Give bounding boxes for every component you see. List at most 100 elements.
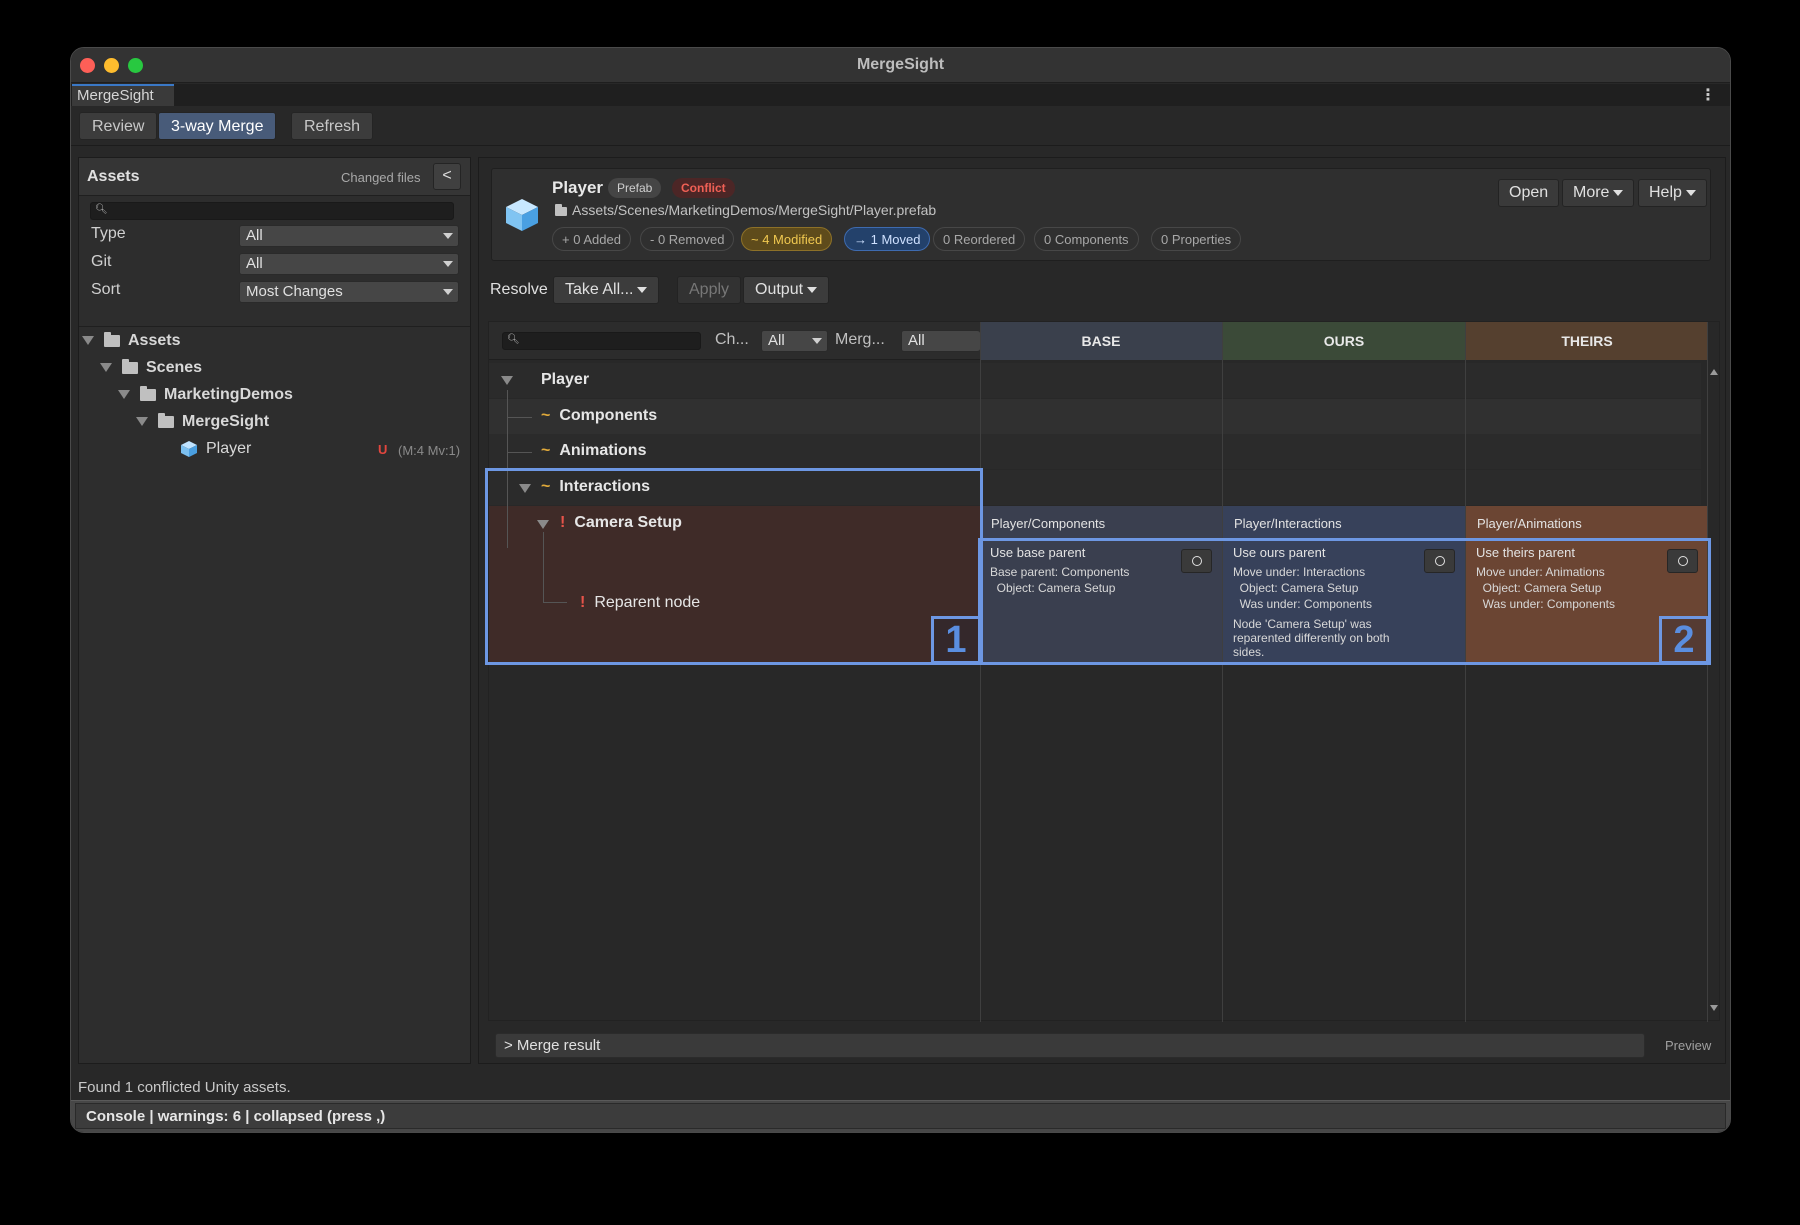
- output-label: Output: [755, 281, 804, 298]
- folder-icon: [104, 331, 120, 347]
- sort-filter-label: Sort: [91, 281, 121, 298]
- open-button[interactable]: Open: [1498, 179, 1560, 207]
- chevron-down-icon: [443, 233, 453, 239]
- folder-icon: [122, 358, 138, 374]
- expand-arrow-icon[interactable]: [118, 390, 130, 400]
- take-all-button[interactable]: Take All...: [553, 276, 660, 304]
- more-button[interactable]: More: [1562, 179, 1635, 207]
- stat-removed: - 0 Removed: [640, 227, 735, 251]
- search-icon: 🔍︎: [95, 204, 108, 215]
- scroll-down-icon[interactable]: [1710, 1005, 1718, 1011]
- column-divider: [1465, 322, 1466, 1022]
- title-bar: MergeSight: [71, 48, 1730, 83]
- table-row[interactable]: [489, 434, 1701, 469]
- prefab-tag: Prefab: [608, 178, 662, 198]
- stat-moved: → 1 Moved: [844, 227, 931, 251]
- merge-filter-dropdown[interactable]: All: [901, 330, 980, 352]
- scroll-up-icon[interactable]: [1710, 369, 1718, 375]
- expand-arrow-icon[interactable]: [82, 336, 94, 346]
- three-way-merge-mode-button[interactable]: 3-way Merge: [158, 112, 277, 140]
- chevron-down-icon: [812, 338, 822, 344]
- change-count-meta: (M:4 Mv:1): [398, 443, 461, 458]
- changed-files-label: Changed files: [341, 170, 421, 185]
- stat-added: + 0 Added: [552, 227, 631, 251]
- search-icon: 🔍︎: [507, 334, 520, 345]
- chevron-down-icon: [807, 286, 818, 293]
- tree-guide-line: [507, 417, 532, 418]
- assets-panel: Assets Changed files < 🔍︎ Type All Git A…: [78, 157, 471, 1064]
- row-components: ~ Components: [541, 407, 657, 425]
- chevron-down-icon: [443, 261, 453, 267]
- help-button-label: Help: [1649, 184, 1682, 201]
- tab-mergesight[interactable]: MergeSight: [72, 84, 174, 106]
- tab-strip: MergeSight ⋮: [71, 84, 1730, 106]
- base-path-text: Player/Components: [991, 516, 1106, 531]
- folder-icon: [158, 412, 174, 428]
- chevron-down-icon: [443, 289, 453, 295]
- folder-icon: [140, 385, 156, 401]
- theirs-path-text: Player/Animations: [1477, 516, 1582, 531]
- window-title: MergeSight: [856, 56, 945, 73]
- git-filter-dropdown[interactable]: All: [239, 253, 459, 275]
- collapse-panel-button[interactable]: <: [433, 163, 461, 190]
- stat-properties: 0 Properties: [1151, 227, 1242, 251]
- tree-item-scenes[interactable]: Scenes: [100, 358, 202, 381]
- tree-item-label: Player: [206, 440, 252, 458]
- merge-filter-label: Merg...: [835, 331, 885, 348]
- type-filter-value: All: [246, 227, 263, 244]
- theirs-column-header: THEIRS: [1466, 322, 1708, 360]
- preview-label: Preview: [1665, 1038, 1712, 1053]
- chevron-down-icon: [637, 286, 648, 293]
- change-filter-label: Ch...: [715, 331, 749, 348]
- sort-filter-value: Most Changes: [246, 283, 343, 300]
- sort-filter-dropdown[interactable]: Most Changes: [239, 281, 459, 303]
- tree-item-assets[interactable]: Assets: [82, 331, 181, 354]
- expand-arrow-icon[interactable]: [100, 363, 112, 373]
- grid-filter-bar: 🔍︎ Ch... All Merg... All: [489, 322, 980, 360]
- row-animations: ~ Animations: [541, 442, 646, 460]
- asset-path: Assets/Scenes/MarketingDemos/MergeSight/…: [572, 202, 937, 218]
- apply-button[interactable]: Apply: [677, 276, 742, 304]
- column-divider: [1222, 322, 1223, 1022]
- console-toggle[interactable]: Console | warnings: 6 | collapsed (press…: [75, 1103, 1726, 1129]
- ours-path-text: Player/Interactions: [1234, 516, 1342, 531]
- table-row[interactable]: [489, 399, 1701, 434]
- status-text: Found 1 conflicted Unity assets.: [78, 1079, 291, 1096]
- kebab-menu-icon[interactable]: ⋮: [1700, 85, 1716, 105]
- change-filter-dropdown[interactable]: All: [761, 330, 828, 352]
- row-animations-label: Animations: [559, 442, 647, 459]
- help-button[interactable]: Help: [1638, 179, 1707, 207]
- change-filter-value: All: [768, 332, 785, 349]
- tree-item-marketingdemos[interactable]: MarketingDemos: [118, 385, 293, 408]
- grid-search-input[interactable]: 🔍︎: [502, 332, 701, 350]
- refresh-button[interactable]: Refresh: [291, 112, 374, 140]
- column-divider: [1707, 322, 1708, 1022]
- cube-icon: [181, 441, 197, 457]
- ours-column-header: OURS: [1223, 322, 1465, 360]
- table-row[interactable]: [489, 363, 1701, 398]
- review-mode-button[interactable]: Review: [79, 112, 158, 140]
- callout-number-1: 1: [931, 616, 981, 664]
- asset-header: Player Prefab Conflict Assets/Scenes/Mar…: [491, 168, 1711, 261]
- expand-arrow-icon[interactable]: [136, 417, 148, 427]
- merge-grid: 🔍︎ Ch... All Merg... All BASE OURS THEIR…: [485, 321, 1720, 1022]
- type-filter-dropdown[interactable]: All: [239, 225, 459, 247]
- callout-box-1: [485, 468, 983, 665]
- assets-panel-title: Assets: [87, 168, 140, 185]
- untracked-badge: U: [378, 442, 388, 457]
- assets-panel-header: Assets Changed files <: [79, 158, 470, 196]
- tree-item-mergesight[interactable]: MergeSight: [136, 412, 269, 435]
- tree-item-label: Assets: [128, 332, 181, 349]
- callout-number-2: 2: [1659, 616, 1709, 664]
- expand-arrow-icon[interactable]: [501, 376, 513, 385]
- merge-result-foldout[interactable]: > Merge result: [495, 1033, 1645, 1058]
- resolve-label: Resolve: [490, 281, 548, 298]
- resolve-toolbar: Resolve Take All... Apply Output: [479, 270, 1725, 312]
- assets-search-input[interactable]: 🔍︎: [90, 202, 454, 220]
- chevron-down-icon: [1613, 189, 1624, 196]
- stat-reordered: 0 Reordered: [933, 227, 1026, 251]
- merge-filter-value: All: [908, 332, 925, 349]
- modified-icon: ~: [541, 407, 551, 424]
- output-button[interactable]: Output: [743, 276, 830, 304]
- tree-item-player[interactable]: Player: [180, 440, 251, 462]
